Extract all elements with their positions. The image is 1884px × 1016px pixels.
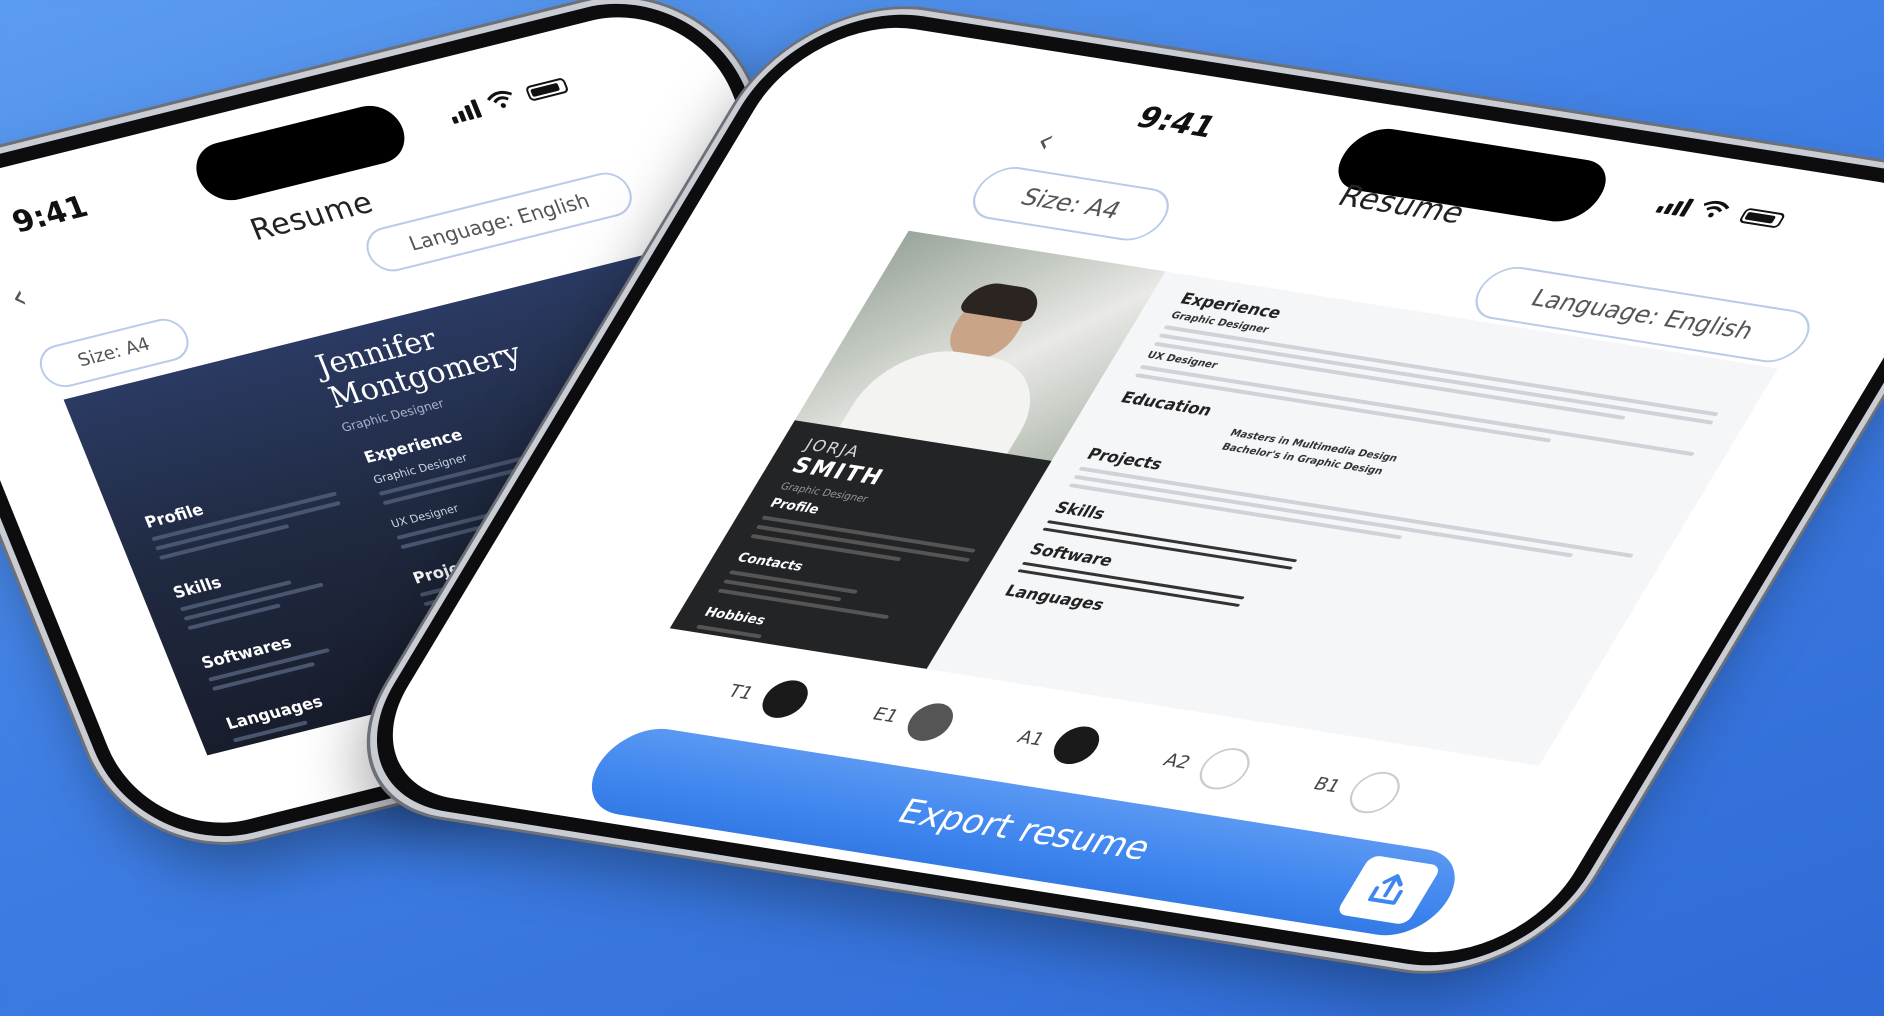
template-label: A1 [1013,726,1049,750]
back-button[interactable]: ‹ [5,277,33,318]
battery-icon [1737,207,1787,229]
status-time: 9:41 [1129,100,1223,145]
wifi-icon [486,90,512,108]
template-option-t1[interactable]: T1 [718,670,818,723]
template-label: T1 [723,680,758,704]
template-swatch [1340,768,1409,817]
battery-icon [524,77,570,102]
page-title: Resume [245,185,379,248]
section-title: Hobbies [701,605,769,629]
template-swatch [899,700,962,744]
template-label: B1 [1309,773,1345,797]
template-option-b1[interactable]: B1 [1303,763,1409,817]
template-swatch [1045,723,1108,767]
dynamic-island [187,99,414,207]
template-label: E1 [868,703,903,727]
wifi-icon [1703,200,1730,218]
template-swatch [754,677,817,721]
template-label: A2 [1159,749,1195,773]
back-button[interactable]: ‹ [1028,121,1064,160]
signal-icon [1655,195,1695,217]
template-option-a1[interactable]: A1 [1007,716,1108,769]
sidebar-content: Profile Contacts Hobbies [692,496,987,667]
resume-name: Jennifer Montgomery [311,321,527,416]
left-column: Profile Skills Softwares Languages [142,468,421,748]
signal-icon [447,99,483,124]
status-time: 9:41 [7,189,93,241]
template-option-e1[interactable]: E1 [862,693,962,746]
size-selector[interactable]: Size: A4 [961,163,1181,245]
template-swatch [1190,744,1259,793]
resume-sidebar: JORJA SMITH Graphic Designer Profile Con… [669,420,1052,669]
language-selector[interactable]: Language: English [359,167,639,277]
template-option-a2[interactable]: A2 [1153,739,1259,793]
